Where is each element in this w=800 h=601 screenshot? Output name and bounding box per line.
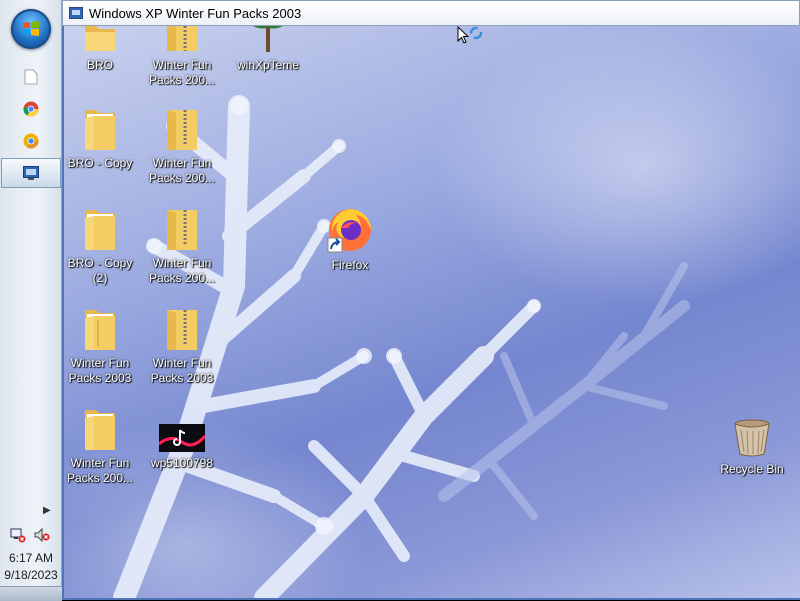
folder-icon <box>85 110 115 150</box>
desktop-icon-label: Winter Fun Packs 200... <box>148 256 216 285</box>
tree-icon <box>253 26 283 52</box>
desktop-icon-label: wp5100798 <box>150 456 214 470</box>
desktop-icon-bro-copy-2[interactable]: BRO - Copy (2) <box>64 206 140 286</box>
desktop-icon-winter-fun-packs-zip-1[interactable]: Winter Fun Packs 200... <box>142 26 222 88</box>
desktop-icon-firefox[interactable]: Firefox <box>310 206 390 273</box>
window-app-icon <box>69 7 83 19</box>
zip-folder-icon <box>167 110 197 150</box>
taskbar-window-button[interactable] <box>1 158 61 188</box>
clock-time[interactable]: 6:17 AM <box>0 551 62 565</box>
firefox-icon <box>327 209 371 253</box>
taskbar-document-button[interactable] <box>0 62 62 92</box>
desktop-icon-winter-fun-packs-zip-3[interactable]: Winter Fun Packs 200... <box>142 206 222 286</box>
folder-icon <box>85 26 115 51</box>
document-icon <box>24 69 38 85</box>
taskbar-chrome-canary-button[interactable] <box>0 126 62 156</box>
recycle-bin-icon <box>734 419 770 457</box>
desktop-icon-winter-fun-packs-folder[interactable]: Winter Fun Packs 200... <box>64 406 140 486</box>
desktop-icon-label: Winter Fun Packs 200... <box>148 156 216 185</box>
desktop-icon-label: Winter Fun Packs 200... <box>148 58 216 87</box>
folder-with-files-icon <box>85 410 115 450</box>
desktop-icon-winter-fun-packs-zip-2[interactable]: Winter Fun Packs 200... <box>142 106 222 186</box>
taskbar: ▶ 6:17 AM 9/18/2023 <box>0 0 62 601</box>
desktop-icon-label: winXpTeme <box>236 58 300 72</box>
window-app-icon <box>23 166 39 180</box>
desktop-icon-label: BRO <box>86 58 113 72</box>
zip-folder-icon <box>167 26 197 51</box>
tray-expand-chevron-icon[interactable]: ▶ <box>43 505 51 516</box>
desktop-icon-label: Firefox <box>331 258 369 272</box>
windows-logo-icon <box>23 21 39 36</box>
zip-folder-icon <box>167 210 197 250</box>
desktop-icon-label: Recycle Bin <box>720 462 784 476</box>
clock-date[interactable]: 9/18/2023 <box>0 568 62 582</box>
muted-speaker-icon[interactable] <box>34 527 50 543</box>
desktop-icon-bro-copy[interactable]: BRO - Copy <box>64 106 140 171</box>
desktop-icon-wp5100798[interactable]: wp5100798 <box>142 424 222 471</box>
window-title: Windows XP Winter Fun Packs 2003 <box>89 5 302 21</box>
window-titlebar[interactable]: Windows XP Winter Fun Packs 2003 <box>62 0 800 26</box>
zip-folder-icon <box>167 310 197 350</box>
desktop-icon-winter-fun-packs-2003-folder[interactable]: Winter Fun Packs 2003 <box>64 306 140 386</box>
desktop[interactable]: BRO BRO - Copy BRO - Copy (2) Winter Fun… <box>64 26 800 598</box>
tiktok-image-thumbnail-icon <box>159 424 205 452</box>
desktop-icon-label: Winter Fun Packs 2003 <box>68 356 132 385</box>
desktop-icon-bro[interactable]: BRO <box>64 26 140 73</box>
chrome-canary-icon <box>23 133 39 149</box>
taskbar-chrome-button[interactable] <box>0 94 62 124</box>
folder-with-files-icon <box>85 310 115 350</box>
desktop-icon-label: BRO - Copy (2) <box>67 256 133 285</box>
desktop-icon-winter-fun-packs-2003-zip[interactable]: Winter Fun Packs 2003 <box>142 306 222 386</box>
desktop-icon-label: Winter Fun Packs 200... <box>66 456 134 485</box>
network-icon[interactable] <box>10 527 26 543</box>
desktop-icon-winxpteme[interactable]: winXpTeme <box>228 26 308 73</box>
start-button[interactable] <box>11 9 51 49</box>
folder-icon <box>85 210 115 250</box>
app-window: Windows XP Winter Fun Packs 2003 BRO BRO… <box>62 0 800 600</box>
desktop-icon-recycle-bin[interactable]: Recycle Bin <box>712 418 792 477</box>
chrome-icon <box>23 101 39 117</box>
system-tray <box>10 527 50 543</box>
show-desktop-button[interactable] <box>0 586 62 601</box>
mouse-cursor-icon <box>457 26 483 44</box>
desktop-icon-label: BRO - Copy <box>67 156 133 170</box>
desktop-icon-label: Winter Fun Packs 2003 <box>150 356 214 385</box>
